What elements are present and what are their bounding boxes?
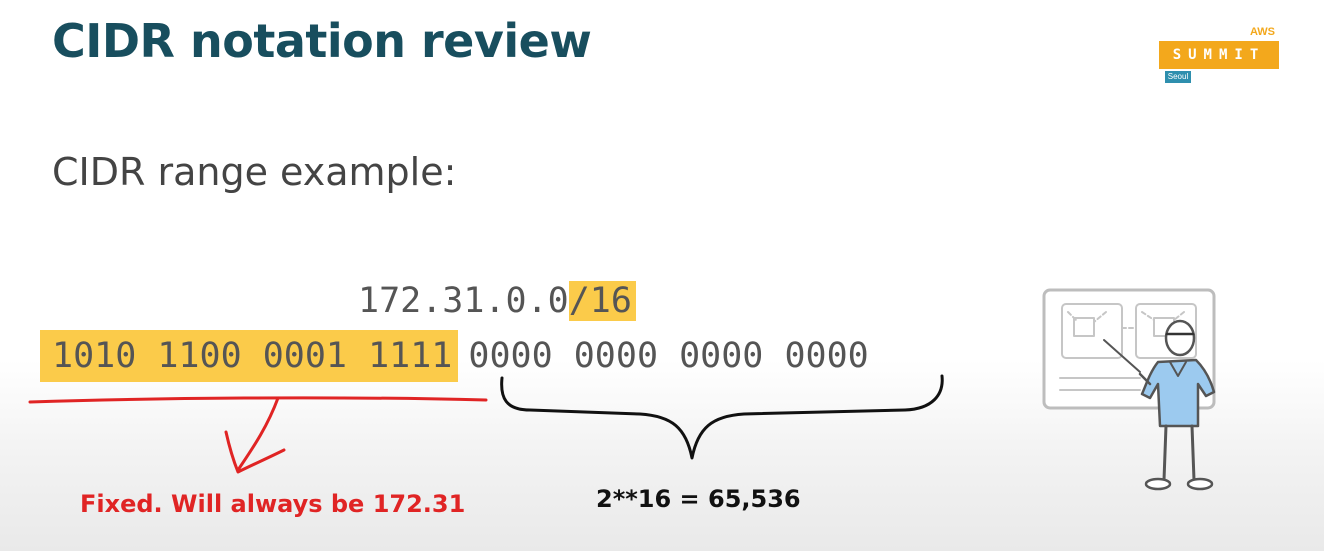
presenter-whiteboard-icon [1042,288,1216,491]
handdrawn-annotations [28,288,1216,491]
fixed-bits-note: Fixed. Will always be 172.31 [80,490,466,518]
fixed-arrow-icon [224,396,286,474]
host-bits-brace [500,374,944,460]
fixed-underline [28,396,488,404]
host-count-note: 2**16 = 65,536 [596,485,801,513]
